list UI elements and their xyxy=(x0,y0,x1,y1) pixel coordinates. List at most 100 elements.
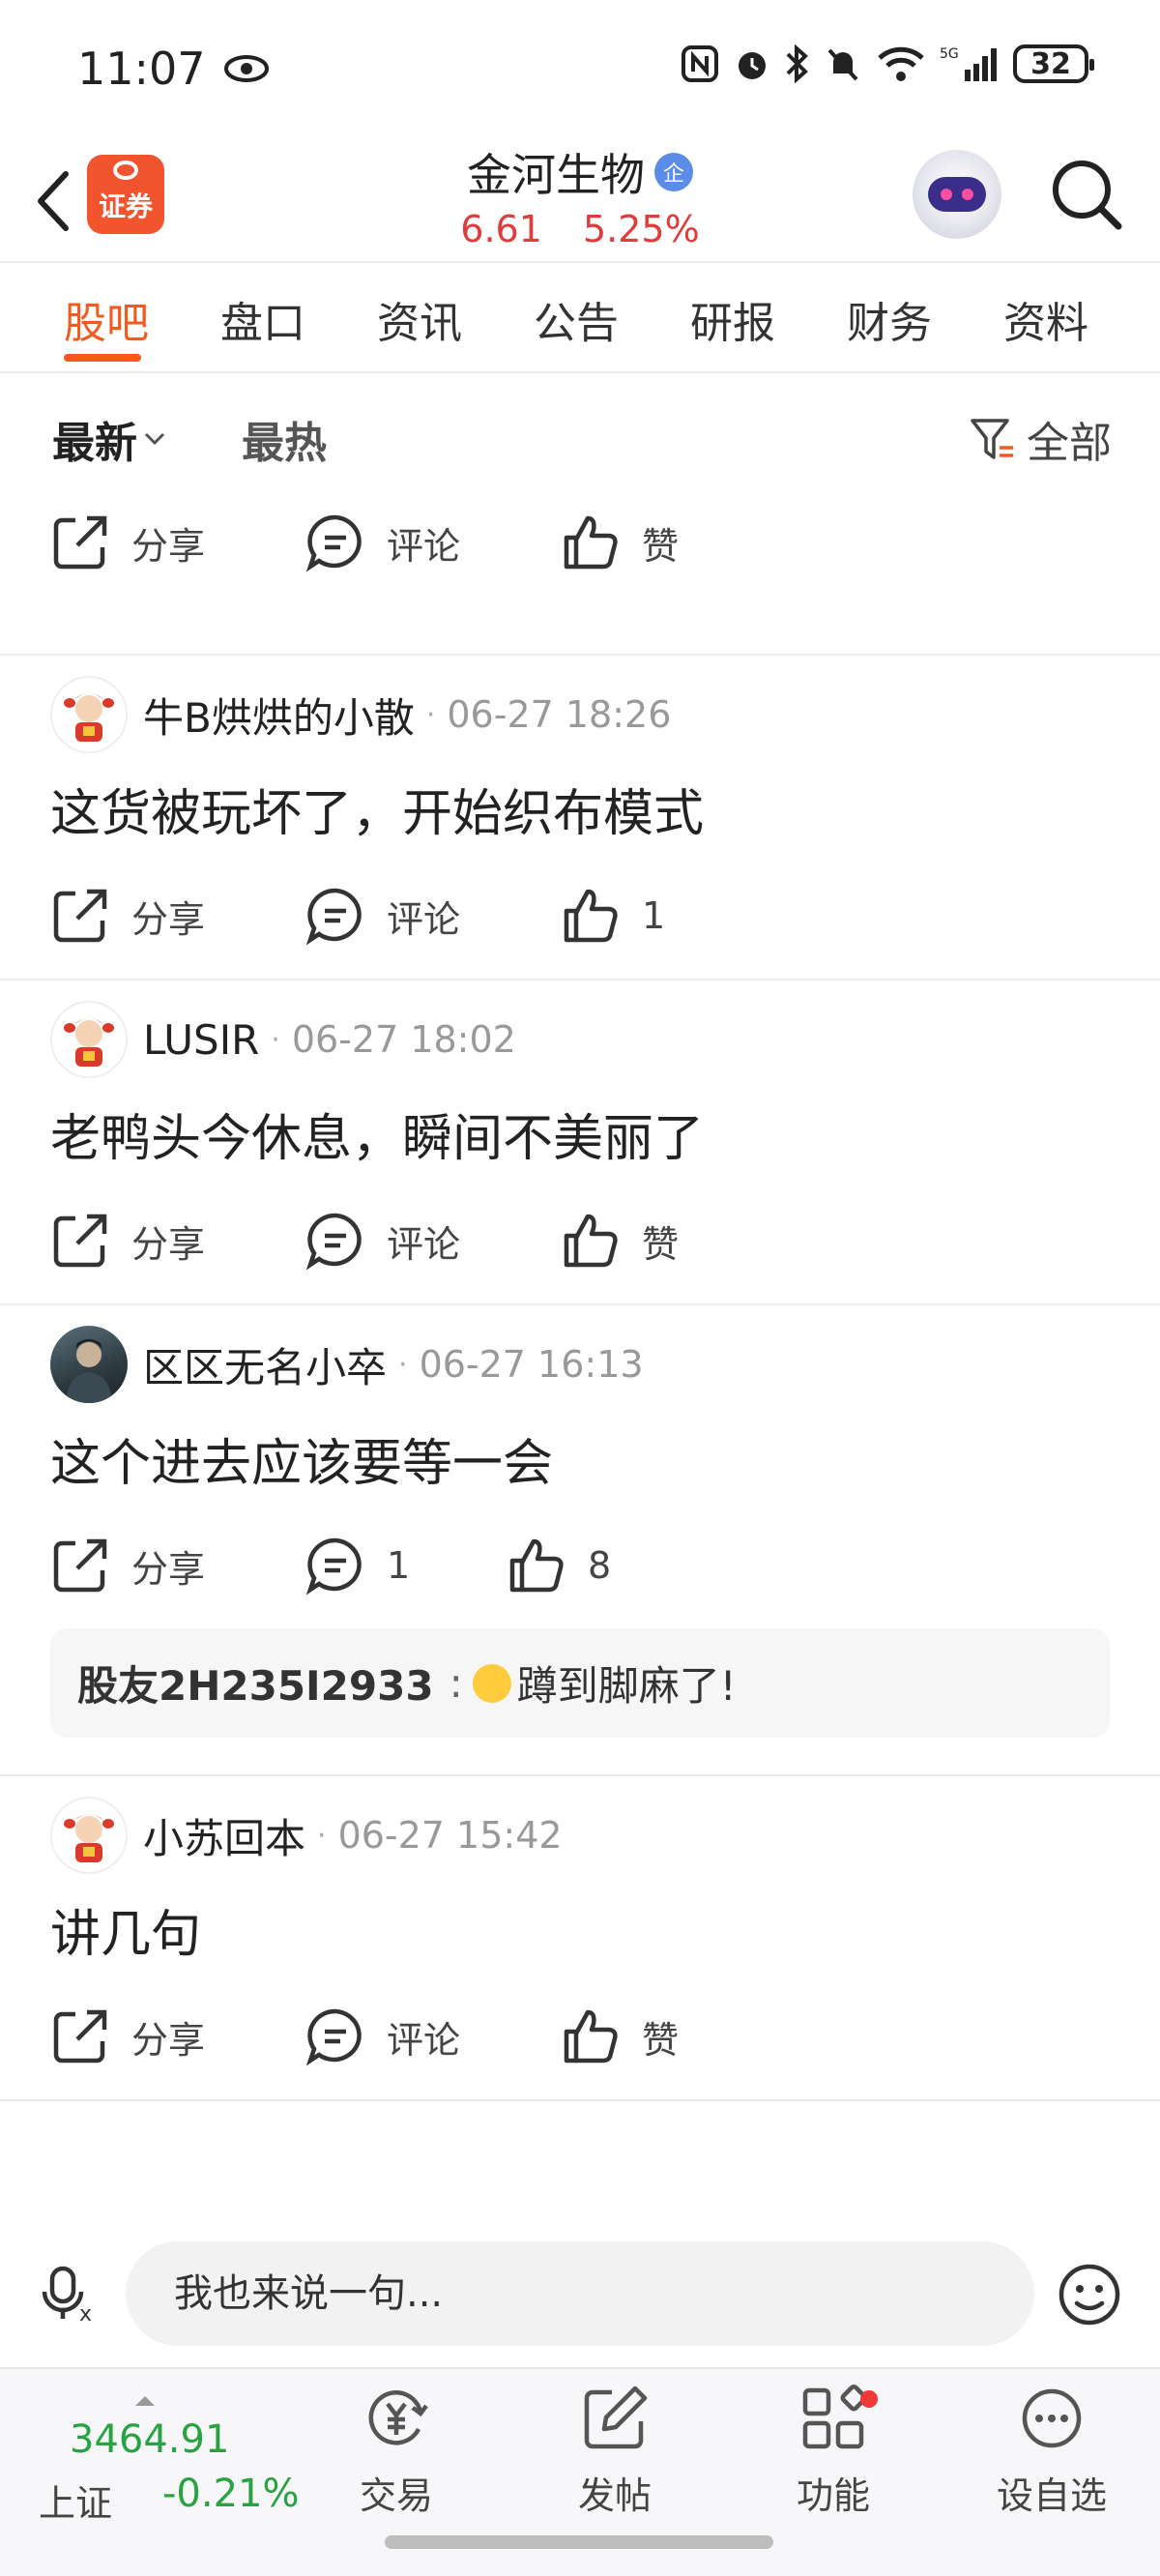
comment-button[interactable]: 评论 xyxy=(305,2006,561,2066)
sort-latest-dropdown[interactable]: 最新 xyxy=(52,408,166,470)
filter-icon xyxy=(971,419,1013,459)
nav-functions[interactable]: 功能 xyxy=(756,2383,911,2519)
like-button[interactable]: 赞 xyxy=(561,512,816,572)
post-card[interactable]: 小苏回本 · 06-27 15:42 讲几句 分享 评论 赞 xyxy=(0,1776,1160,2101)
user-avatar[interactable] xyxy=(50,1001,128,1078)
post-card[interactable]: LUSIR · 06-27 18:02 老鸭头今休息，瞬间不美丽了 分享 评论 … xyxy=(0,981,1160,1305)
post-actions: 分享 评论 赞 xyxy=(50,1178,1110,1303)
comment-icon xyxy=(305,2008,362,2066)
comment-input[interactable] xyxy=(126,2241,1034,2346)
post-content[interactable]: 讲几句 xyxy=(50,1877,1110,1974)
separator-dot: · xyxy=(317,1818,327,1853)
status-bar: 11:07 5G 32 xyxy=(0,0,1160,140)
share-icon xyxy=(53,1214,107,1268)
comment-label: 评论 xyxy=(387,524,461,568)
comment-label: 评论 xyxy=(387,1222,461,1266)
post-card[interactable]: 牛B烘烘的小散 · 06-27 18:26 这货被玩坏了，开始织布模式 分享 评… xyxy=(0,656,1160,981)
status-time: 11:07 xyxy=(77,43,270,95)
user-avatar[interactable] xyxy=(50,676,128,753)
share-button[interactable]: 分享 xyxy=(50,2006,305,2066)
share-button[interactable]: 分享 xyxy=(50,1536,305,1595)
reply-preview[interactable]: 股友2H235I2933 : 蹲到脚麻了! xyxy=(50,1628,1110,1738)
nav-trade[interactable]: 交易 xyxy=(319,2383,474,2519)
tab-pankou[interactable]: 盘口 xyxy=(220,288,305,350)
bluetooth-icon xyxy=(786,44,808,83)
like-button[interactable]: 赞 xyxy=(561,2006,816,2066)
share-button[interactable]: 分享 xyxy=(50,886,305,946)
post-header: 牛B烘烘的小散 · 06-27 18:26 xyxy=(50,656,1110,756)
like-button[interactable]: 8 xyxy=(507,1536,762,1595)
comment-button[interactable]: 评论 xyxy=(305,512,561,572)
filter-all-button[interactable]: 全部 xyxy=(969,408,1112,470)
share-icon xyxy=(53,1538,107,1593)
active-tab-indicator xyxy=(64,354,141,362)
post-feed[interactable]: 分享 评论 赞 牛B烘烘的小散 · 06-27 18:26 这货被玩坏了，开始织… xyxy=(0,482,1160,2222)
apps-grid-icon xyxy=(802,2385,867,2449)
post-username[interactable]: LUSIR xyxy=(143,1016,259,1064)
emoji-button[interactable] xyxy=(1056,2261,1123,2328)
comment-button[interactable]: 评论 xyxy=(305,886,561,946)
share-button[interactable]: 分享 xyxy=(50,512,305,572)
post-card[interactable]: 分享 评论 赞 xyxy=(0,482,1160,656)
svg-text:5G: 5G xyxy=(940,46,959,62)
comment-icon xyxy=(305,1213,362,1271)
comment-icon xyxy=(305,1537,362,1595)
verified-badge-icon: 企 xyxy=(654,153,693,191)
separator-dot: · xyxy=(398,1347,408,1382)
share-label: 分享 xyxy=(131,1547,206,1591)
tab-profile[interactable]: 资料 xyxy=(1003,288,1088,350)
back-button[interactable] xyxy=(23,158,81,245)
post-time: 06-27 15:42 xyxy=(337,1814,563,1857)
comment-button[interactable]: 1 xyxy=(305,1536,507,1595)
tab-finance[interactable]: 财务 xyxy=(847,288,932,350)
post-content[interactable]: 这个进去应该要等一会 xyxy=(50,1406,1110,1503)
post-header: 小苏回本 · 06-27 15:42 xyxy=(50,1776,1110,1877)
yen-exchange-icon xyxy=(368,2390,428,2445)
search-button[interactable] xyxy=(1046,154,1127,235)
post-time: 06-27 16:13 xyxy=(419,1343,644,1386)
post-actions: 分享 评论 赞 xyxy=(50,482,1110,605)
post-username[interactable]: 小苏回本 xyxy=(143,1806,305,1865)
nav-post[interactable]: 发帖 xyxy=(537,2383,692,2519)
tab-announcements[interactable]: 公告 xyxy=(534,288,619,350)
user-avatar[interactable] xyxy=(50,1326,128,1403)
stock-tabs: 股吧 盘口 资讯 公告 研报 财务 资料 xyxy=(0,263,1160,371)
securities-app-logo[interactable]: 证券 xyxy=(87,155,164,234)
comment-input-bar: x xyxy=(0,2222,1160,2367)
separator-dot: · xyxy=(425,697,436,732)
tab-guba[interactable]: 股吧 xyxy=(64,288,149,350)
comment-icon xyxy=(305,888,362,946)
nav-add-watchlist[interactable]: 设自选 xyxy=(974,2383,1129,2519)
home-indicator[interactable] xyxy=(385,2535,773,2549)
notification-dot xyxy=(860,2390,878,2408)
post-actions: 分享 评论 赞 xyxy=(50,1974,1110,2099)
post-content[interactable]: 这货被玩坏了，开始织布模式 xyxy=(50,756,1110,853)
like-button[interactable]: 赞 xyxy=(561,1211,816,1271)
user-avatar[interactable] xyxy=(50,1797,128,1874)
voice-input-button[interactable]: x xyxy=(39,2261,106,2328)
like-label: 赞 xyxy=(642,2018,680,2062)
ai-assistant-button[interactable] xyxy=(913,150,1001,239)
comment-icon xyxy=(305,514,362,572)
post-username[interactable]: 牛B烘烘的小散 xyxy=(143,686,415,745)
comment-button[interactable]: 评论 xyxy=(305,1211,561,1271)
like-button[interactable]: 1 xyxy=(561,886,816,946)
post-content[interactable]: 老鸭头今休息，瞬间不美丽了 xyxy=(50,1081,1110,1178)
index-value: 3464.91 xyxy=(70,2417,230,2462)
filter-bar: 最新 最热 全部 xyxy=(0,373,1160,482)
comment-label: 评论 xyxy=(387,897,461,941)
stock-name-row[interactable]: 金河生物 企 xyxy=(467,140,693,204)
share-button[interactable]: 分享 xyxy=(50,1211,305,1271)
post-username[interactable]: 区区无名小卒 xyxy=(143,1335,387,1394)
stock-price: 6.61 xyxy=(460,208,542,250)
sort-hot-button[interactable]: 最热 xyxy=(242,408,327,470)
share-label: 分享 xyxy=(131,2018,206,2062)
chevron-left-icon xyxy=(38,171,69,231)
post-card[interactable]: 区区无名小卒 · 06-27 16:13 这个进去应该要等一会 分享 1 8 股… xyxy=(0,1305,1160,1776)
separator-dot: · xyxy=(271,1022,280,1057)
edit-icon xyxy=(584,2386,648,2449)
tab-news[interactable]: 资讯 xyxy=(377,288,462,350)
reply-username[interactable]: 股友2H235I2933 xyxy=(77,1654,434,1712)
mascot-avatar-icon xyxy=(64,1018,114,1067)
tab-research[interactable]: 研报 xyxy=(690,288,775,350)
